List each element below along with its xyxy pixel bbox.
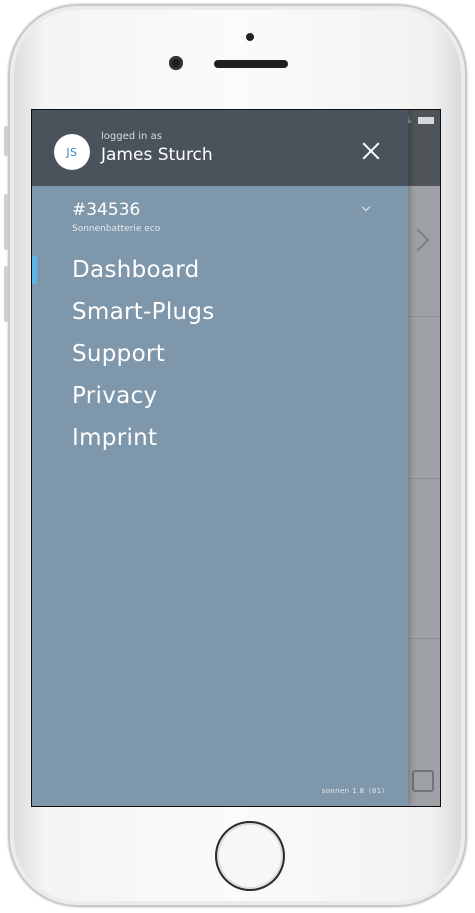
nav-item-smart-plugs[interactable]: Smart-Plugs [32, 294, 408, 336]
navigation-drawer: JS logged in as James Sturch #34536 Sonn… [32, 110, 408, 806]
volume-up-button [4, 194, 8, 250]
earpiece-speaker [214, 60, 288, 68]
proximity-sensor [246, 33, 254, 41]
close-icon[interactable] [360, 140, 382, 162]
phone-screen: % JS logged in as James Sturch #34536 So… [32, 110, 440, 806]
nav-item-dashboard[interactable]: Dashboard [32, 252, 408, 294]
drawer-header: JS logged in as James Sturch [32, 110, 408, 186]
device-selector[interactable]: #34536 Sonnenbatterie eco [32, 196, 408, 240]
home-button[interactable] [215, 821, 285, 891]
front-camera [169, 56, 183, 70]
nav-item-imprint[interactable]: Imprint [32, 420, 408, 462]
battery-icon [418, 117, 434, 124]
mute-switch [4, 126, 8, 156]
nav-item-support[interactable]: Support [32, 336, 408, 378]
nav-item-privacy[interactable]: Privacy [32, 378, 408, 420]
logged-in-label: logged in as [101, 131, 162, 142]
avatar: JS [54, 134, 90, 170]
chevron-down-icon[interactable] [361, 202, 371, 212]
main-nav: Dashboard Smart-Plugs Support Privacy Im… [32, 252, 408, 462]
app-version: sonnen 1.8（81） [321, 787, 389, 795]
volume-down-button [4, 266, 8, 322]
device-model: Sonnenbatterie eco [72, 224, 161, 234]
user-name: James Sturch [101, 145, 213, 165]
device-id: #34536 [72, 200, 141, 220]
refresh-icon [412, 770, 434, 792]
chevron-right-icon [406, 228, 430, 252]
